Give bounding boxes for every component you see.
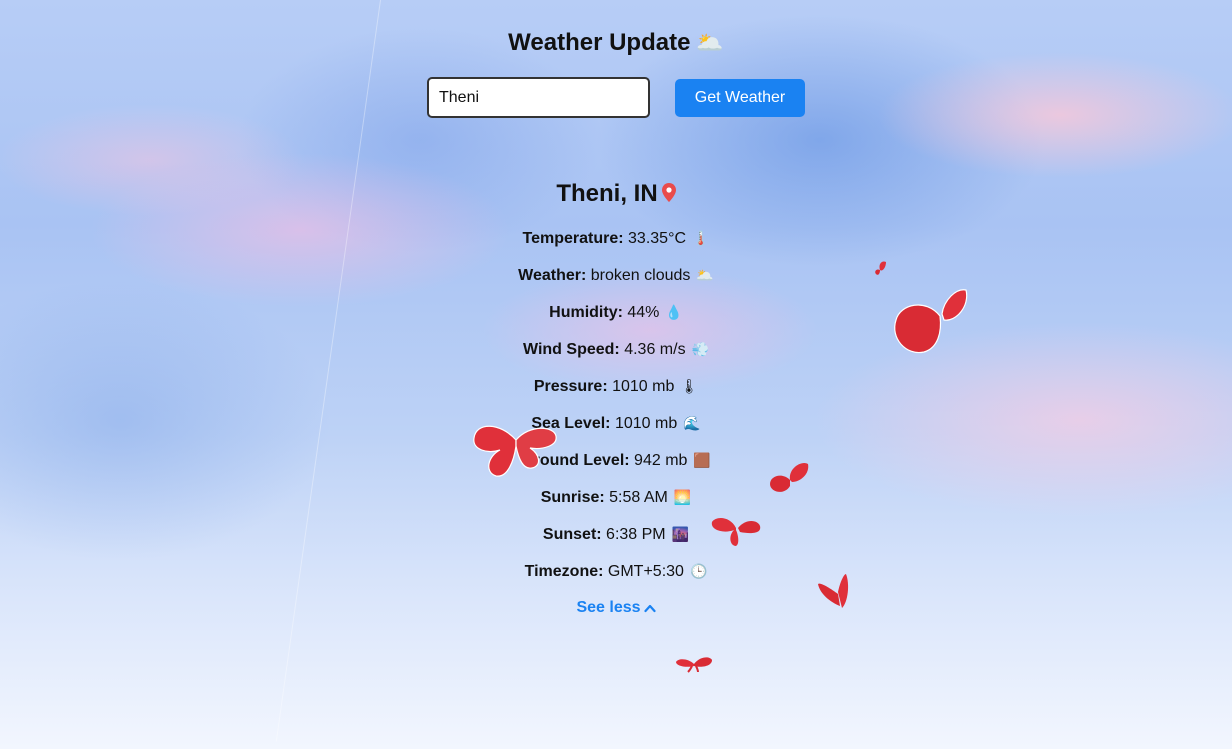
detail-label: Wind Speed: (523, 341, 620, 358)
detail-label: Sunset: (542, 526, 602, 543)
butterfly-decoration (676, 657, 712, 673)
detail-label: Timezone: (524, 563, 604, 580)
detail-value: 33.35°C (628, 230, 687, 247)
detail-label: Pressure: (533, 378, 608, 395)
detail-pressure: Pressure: 1010 mb 🌡 (0, 375, 1232, 412)
detail-label: Weather: (518, 267, 587, 284)
detail-label: Temperature: (522, 230, 624, 247)
see-less-toggle[interactable]: See less (0, 597, 1232, 619)
detail-sea-level: Sea Level: 1010 mb 🌊 (0, 412, 1232, 449)
city-search-input[interactable] (427, 77, 650, 118)
detail-temperature: Temperature: 33.35°C 🌡️ (0, 227, 1232, 264)
detail-value: 6:38 PM (606, 526, 666, 543)
ground-icon: 🟫 (693, 452, 711, 468)
thermometer-icon: 🌡️ (692, 230, 710, 246)
chevron-up-icon (643, 604, 656, 612)
detail-value: 4.36 m/s (624, 341, 686, 358)
location-heading: Theni, IN (0, 178, 1232, 210)
weather-details: Temperature: 33.35°C 🌡️ Weather: broken c… (0, 227, 1232, 597)
detail-value: 1010 mb (612, 378, 675, 395)
detail-value: 5:58 AM (609, 489, 668, 506)
wave-icon: 🌊 (683, 415, 701, 431)
page-title: Weather Update 🌥️ (0, 26, 1232, 60)
butterfly-decoration (473, 425, 557, 477)
detail-timezone: Timezone: GMT+5:30 🕒 (0, 560, 1232, 597)
detail-label: Sunrise: (540, 489, 605, 506)
detail-value: 44% (627, 304, 660, 321)
detail-value: 942 mb (634, 452, 688, 469)
detail-value: 1010 mb (614, 415, 678, 432)
droplet-icon: 💧 (665, 304, 683, 320)
detail-label: Humidity: (549, 304, 623, 321)
butterfly-decoration (875, 261, 886, 275)
see-less-label: See less (576, 599, 641, 616)
detail-humidity: Humidity: 44% 💧 (0, 301, 1232, 338)
sunset-icon: 🌆 (671, 526, 690, 542)
detail-ground-level: Ground Level: 942 mb 🟫 (0, 449, 1232, 486)
detail-value: broken clouds (590, 267, 691, 284)
wind-icon: 💨 (691, 341, 709, 357)
butterfly-decoration (711, 518, 761, 546)
detail-weather: Weather: broken clouds 🌥️ (0, 264, 1232, 301)
butterfly-decoration (770, 462, 809, 492)
detail-sunset: Sunset: 6:38 PM 🌆 (0, 523, 1232, 560)
clock-icon: 🕒 (689, 563, 708, 579)
location-name: Theni, IN (556, 180, 658, 207)
detail-sunrise: Sunrise: 5:58 AM 🌅 (0, 486, 1232, 523)
detail-wind-speed: Wind Speed: 4.36 m/s 💨 (0, 338, 1232, 375)
map-pin-icon (661, 179, 676, 211)
detail-value: GMT+5:30 (607, 563, 684, 580)
butterfly-decoration (818, 574, 849, 608)
thermometer-icon: 🌡 (680, 378, 699, 394)
get-weather-button[interactable]: Get Weather (675, 79, 805, 117)
cloud-sun-icon: 🌥️ (696, 267, 714, 283)
sunrise-icon: 🌅 (673, 489, 692, 505)
butterfly-decoration (894, 289, 968, 354)
cloud-sun-icon: 🌥️ (696, 30, 724, 55)
title-text: Weather Update (508, 29, 691, 56)
